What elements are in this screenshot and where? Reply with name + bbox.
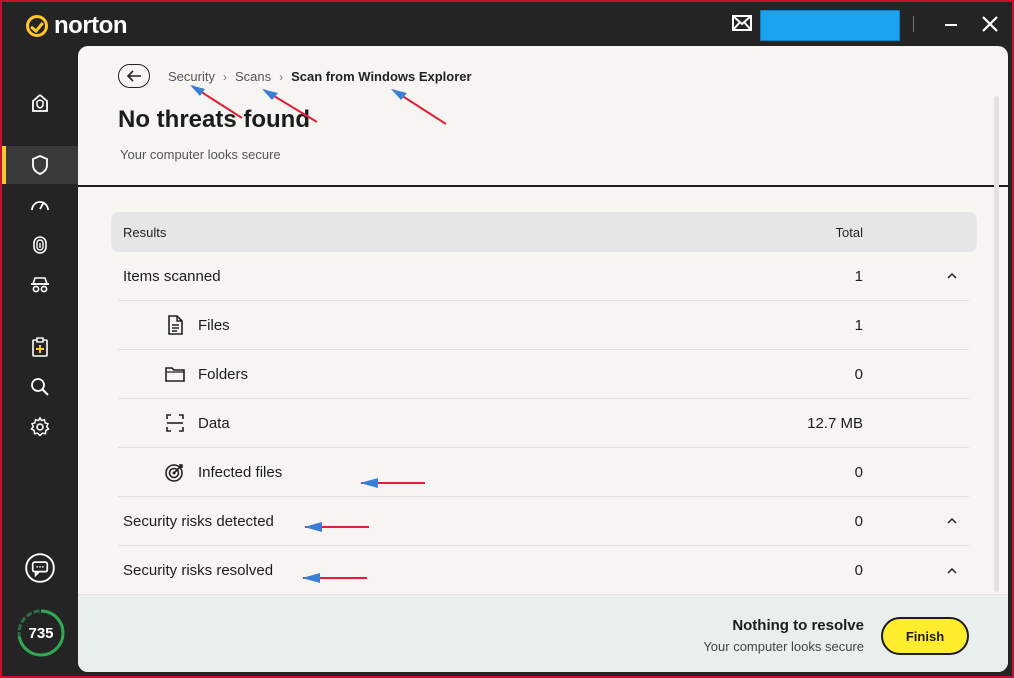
results-header-total: Total (835, 224, 863, 240)
file-icon (168, 315, 183, 335)
row-label: Security risks detected (123, 512, 274, 530)
row-value: 12.7 MB (807, 414, 863, 432)
folder-icon (165, 367, 185, 382)
mail-icon[interactable] (732, 15, 752, 31)
chevron-up-icon[interactable] (945, 269, 959, 283)
row-label: Folders (198, 365, 249, 383)
main-content: Security › Scans › Scan from Windows Exp… (78, 46, 1008, 672)
sidebar-item-security[interactable] (2, 146, 78, 184)
results-header-label: Results (123, 224, 167, 240)
account-button[interactable] (760, 10, 900, 41)
row-value: 1 (854, 316, 863, 334)
row-label: Data (198, 414, 230, 432)
arrow-left-icon (126, 70, 141, 82)
shield-icon (32, 155, 48, 175)
clipboard-plus-icon (32, 337, 48, 357)
chevron-up-icon[interactable] (945, 514, 959, 528)
brand-name: norton (54, 12, 127, 39)
minimize-icon[interactable] (942, 15, 960, 33)
page-subtitle: Your computer looks secure (120, 147, 281, 162)
row-value: 1 (854, 267, 863, 285)
footer-title: Nothing to resolve (732, 617, 864, 634)
chevron-right-icon: › (279, 69, 284, 84)
norton-check-icon (26, 15, 48, 37)
sidebar-item-identity[interactable] (2, 226, 78, 264)
row-label: Security risks resolved (123, 562, 274, 579)
sidebar-item-settings[interactable] (2, 408, 78, 446)
results-table: Results Total Items scanned 1 Files 1 Fo… (111, 212, 977, 595)
app-window: norton 735 Security › Scans › Scan from … (2, 2, 1012, 676)
home-icon (32, 93, 48, 112)
sidebar: 735 (2, 46, 78, 676)
finish-button[interactable]: Finish (881, 617, 969, 655)
sidebar-item-utilities[interactable] (2, 328, 78, 366)
footer-bar: Nothing to resolve Your computer looks s… (78, 594, 1008, 672)
row-value: 0 (854, 463, 863, 481)
gear-icon (30, 416, 50, 437)
sidebar-item-support[interactable] (2, 549, 78, 587)
sidebar-item-home[interactable] (2, 84, 78, 122)
row-label: Files (198, 316, 230, 334)
breadcrumb-scans[interactable]: Scans (235, 69, 271, 84)
header-divider (78, 185, 1008, 187)
data-icon (166, 414, 184, 432)
footer-subtitle: Your computer looks secure (703, 639, 864, 654)
sidebar-item-performance[interactable] (2, 186, 78, 224)
close-icon[interactable] (980, 14, 1000, 34)
row-data: Data 12.7 MB (118, 399, 969, 448)
row-items-scanned[interactable]: Items scanned 1 (118, 252, 969, 301)
protection-score: 735 (28, 624, 54, 642)
row-security-risks-detected[interactable]: Security risks detected 0 (118, 497, 969, 546)
sidebar-item-privacy[interactable] (2, 266, 78, 304)
title-bar: norton (2, 2, 1012, 46)
row-folders: Folders 0 (118, 350, 969, 399)
titlebar-divider (913, 16, 914, 32)
speedometer-icon (31, 201, 49, 211)
row-infected-files: Infected files 0 (118, 448, 969, 497)
chat-support-icon (25, 553, 55, 583)
row-label: Infected files (198, 463, 283, 481)
back-button[interactable] (118, 64, 150, 88)
breadcrumb-current: Scan from Windows Explorer (291, 69, 472, 84)
row-value: 0 (854, 512, 863, 530)
row-value: 0 (854, 562, 863, 579)
row-files: Files 1 (118, 301, 969, 350)
target-icon (165, 464, 183, 482)
row-value: 0 (854, 365, 863, 383)
chevron-right-icon: › (222, 69, 227, 84)
breadcrumb: Security › Scans › Scan from Windows Exp… (168, 69, 472, 84)
search-icon (31, 378, 49, 396)
fingerprint-icon (33, 236, 47, 254)
row-security-risks-resolved[interactable]: Security risks resolved 0 (118, 546, 969, 595)
norton-logo: norton (26, 12, 127, 40)
chevron-up-icon[interactable] (945, 564, 959, 578)
sidebar-item-search[interactable] (2, 368, 78, 406)
page-title: No threats found (118, 106, 310, 133)
row-label: Items scanned (123, 267, 221, 285)
breadcrumb-security[interactable]: Security (168, 69, 215, 84)
results-header: Results Total (111, 212, 977, 252)
scrollbar[interactable] (994, 96, 999, 592)
incognito-icon (31, 277, 49, 293)
